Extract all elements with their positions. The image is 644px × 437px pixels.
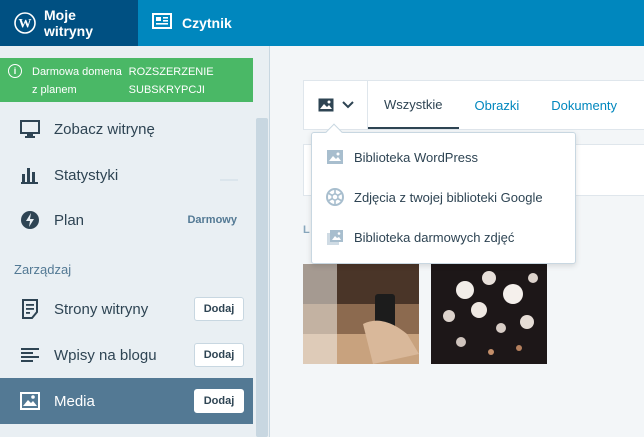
- wordpress-logo-icon: W: [14, 12, 36, 34]
- info-icon: i: [8, 64, 22, 78]
- media-thumbnail[interactable]: [303, 264, 419, 364]
- masterbar: W Moje witryny Czytnik: [0, 0, 644, 46]
- plan-bolt-icon: [20, 210, 40, 230]
- source-option-label: Biblioteka darmowych zdjęć: [354, 229, 515, 245]
- add-page-button[interactable]: Dodaj: [194, 297, 244, 321]
- source-option-label: Biblioteka WordPress: [354, 149, 479, 165]
- sidebar-item-pages[interactable]: Strony witryny Dodaj: [0, 286, 253, 332]
- tab-all[interactable]: Wszystkie: [368, 81, 459, 129]
- reader-button[interactable]: Czytnik: [138, 0, 246, 46]
- add-media-button[interactable]: Dodaj: [194, 389, 244, 413]
- svg-text:W: W: [19, 16, 32, 31]
- source-option-google-photos[interactable]: Zdjęcia z twojej biblioteki Google: [326, 185, 543, 209]
- sidebar-item-posts[interactable]: Wpisy na blogu Dodaj: [0, 332, 253, 378]
- plan-badge: Darmowy: [187, 214, 237, 226]
- promo-text: Darmowa domena z planem: [32, 66, 122, 96]
- stats-sparkline: [220, 179, 238, 181]
- media-source-button[interactable]: [304, 81, 368, 129]
- computer-icon: [20, 119, 40, 139]
- image-icon: [326, 148, 344, 166]
- chevron-down-icon: [341, 96, 354, 114]
- posts-icon: [20, 345, 40, 365]
- my-sites-label: Moje witryny: [44, 7, 94, 39]
- sidebar-item-label: Media: [54, 392, 95, 410]
- reader-icon: [152, 12, 174, 34]
- domain-promo-banner[interactable]: i Darmowa domena z planem ROZSZERZENIE S…: [0, 58, 253, 102]
- tab-images[interactable]: Obrazki: [459, 81, 536, 129]
- source-option-wordpress[interactable]: Biblioteka WordPress: [326, 145, 478, 169]
- add-post-button[interactable]: Dodaj: [194, 343, 244, 367]
- sidebar-item-stats[interactable]: Statystyki: [0, 152, 253, 198]
- source-option-label: Zdjęcia z twojej biblioteki Google: [354, 189, 543, 205]
- sidebar-item-label: Zobacz witrynę: [54, 120, 155, 138]
- google-photos-icon: [326, 188, 344, 206]
- pages-icon: [20, 299, 40, 319]
- my-sites-button[interactable]: W Moje witryny: [0, 0, 138, 46]
- media-source-dropdown: Biblioteka WordPress Zdjęcia z twojej bi…: [311, 123, 576, 264]
- sidebar-item-media[interactable]: Media Dodaj: [0, 378, 253, 424]
- upgrade-link[interactable]: ROZSZERZENIE SUBSKRYPCJI: [129, 63, 245, 97]
- sidebar-item-label: Plan: [54, 211, 85, 229]
- manage-section-heading: Zarządzaj: [14, 262, 72, 277]
- sidebar-scrollbar[interactable]: [256, 118, 268, 437]
- sidebar-item-label: Wpisy na blogu: [54, 346, 157, 364]
- media-icon: [20, 391, 40, 411]
- source-option-free-photos[interactable]: Biblioteka darmowych zdjęć: [326, 225, 514, 249]
- date-group-label: L: [303, 224, 310, 236]
- media-filter-bar: Wszystkie Obrazki Dokumenty: [303, 80, 644, 130]
- stats-icon: [20, 165, 40, 185]
- sidebar-item-label: Strony witryny: [54, 300, 149, 318]
- image-icon: [318, 98, 334, 112]
- media-thumbnail[interactable]: [431, 264, 547, 364]
- free-photos-icon: [326, 228, 344, 246]
- tab-documents[interactable]: Dokumenty: [535, 81, 633, 129]
- sidebar: i Darmowa domena z planem ROZSZERZENIE S…: [0, 46, 270, 437]
- reader-label: Czytnik: [182, 15, 232, 31]
- sidebar-item-plan[interactable]: Plan Darmowy: [0, 197, 253, 243]
- sidebar-item-view-site[interactable]: Zobacz witrynę: [0, 106, 253, 152]
